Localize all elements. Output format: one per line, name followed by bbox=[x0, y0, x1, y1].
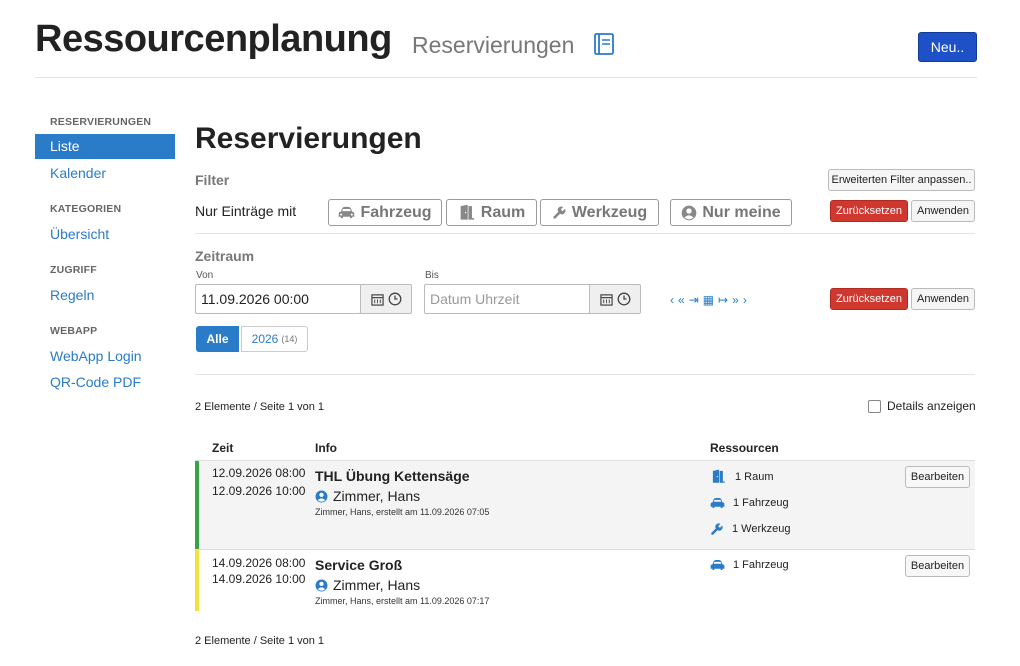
sidebar-item-kalender[interactable]: Kalender bbox=[50, 165, 106, 181]
jump-end-icon[interactable]: ↦ bbox=[718, 293, 728, 307]
row-end-time: 12.09.2026 10:00 bbox=[212, 484, 306, 498]
app-subtitle: Reservierungen bbox=[412, 32, 575, 58]
row-start-time: 14.09.2026 08:00 bbox=[212, 556, 306, 570]
sidebar-item-uebersicht[interactable]: Übersicht bbox=[50, 226, 109, 242]
period-divider bbox=[195, 374, 975, 375]
clock-icon bbox=[617, 292, 630, 306]
wrench-icon bbox=[553, 206, 566, 219]
door-icon bbox=[712, 469, 725, 483]
user-circle-icon bbox=[682, 205, 697, 220]
resource-tool-label: 1 Werkzeug bbox=[732, 523, 791, 535]
filter-label: Filter bbox=[195, 172, 230, 188]
clock-icon bbox=[388, 292, 401, 306]
next-icon[interactable]: › bbox=[743, 293, 747, 307]
filter-room-button[interactable]: Raum bbox=[446, 199, 537, 226]
period-reset-button[interactable]: Zurücksetzen bbox=[830, 288, 908, 310]
column-header-info: Info bbox=[315, 441, 337, 455]
calendar-icon bbox=[599, 293, 613, 306]
row-status-bar bbox=[195, 550, 199, 611]
resource-tool: 1 Werkzeug bbox=[710, 522, 791, 536]
details-checkbox[interactable] bbox=[868, 400, 881, 413]
user-circle-icon bbox=[315, 579, 328, 591]
filter-reset-button[interactable]: Zurücksetzen bbox=[830, 200, 908, 222]
filter-only-label: Nur Einträge mit bbox=[195, 203, 297, 219]
year-filter-2026-label: 2026 bbox=[251, 332, 279, 346]
filter-mine-button[interactable]: Nur meine bbox=[670, 199, 792, 226]
edit-button[interactable]: Bearbeiten bbox=[905, 555, 970, 577]
period-label: Zeitraum bbox=[195, 248, 255, 264]
filter-room-label: Raum bbox=[480, 203, 526, 221]
prev-icon[interactable]: ‹ bbox=[670, 293, 674, 307]
car-icon bbox=[339, 206, 355, 219]
fast-prev-icon[interactable]: « bbox=[678, 293, 685, 307]
wrench-icon bbox=[711, 523, 723, 535]
filter-divider bbox=[195, 233, 975, 234]
resource-vehicle: 1 Fahrzeug bbox=[710, 497, 789, 509]
calendar-icon bbox=[370, 293, 384, 306]
jump-start-icon[interactable]: ⇥ bbox=[689, 293, 699, 307]
year-filter-all[interactable]: Alle bbox=[196, 326, 239, 352]
sidebar-item-webapp-login[interactable]: WebApp Login bbox=[50, 348, 142, 364]
filter-tool-label: Werkzeug bbox=[571, 203, 648, 221]
details-label[interactable]: Details anzeigen bbox=[887, 399, 976, 413]
header-divider bbox=[35, 77, 977, 78]
row-person: Zimmer, Hans bbox=[315, 577, 420, 593]
row-status-bar bbox=[195, 461, 199, 549]
list-count: 2 Elemente / Seite 1 von 1 bbox=[195, 401, 325, 413]
resource-vehicle-label: 1 Fahrzeug bbox=[733, 497, 789, 509]
column-header-resources: Ressourcen bbox=[710, 441, 779, 455]
to-label: Bis bbox=[425, 270, 439, 281]
from-label: Von bbox=[196, 270, 214, 281]
row-person: Zimmer, Hans bbox=[315, 488, 420, 504]
sidebar-heading-webapp: WEBAPP bbox=[50, 325, 98, 337]
app-title: Ressourcenplanung bbox=[35, 18, 392, 60]
row-title: Service Groß bbox=[315, 557, 403, 573]
to-picker-addon[interactable] bbox=[589, 284, 641, 314]
sidebar-item-liste[interactable]: Liste bbox=[35, 134, 175, 159]
resource-room-label: 1 Raum bbox=[735, 470, 774, 483]
page-title: Reservierungen bbox=[195, 122, 422, 155]
filter-vehicle-button[interactable]: Fahrzeug bbox=[328, 199, 442, 226]
edit-button[interactable]: Bearbeiten bbox=[905, 466, 970, 488]
column-header-time: Zeit bbox=[212, 441, 234, 455]
period-navigation: ‹ « ⇥ ▦ ↦ » › bbox=[670, 293, 747, 307]
new-button[interactable]: Neu.. bbox=[918, 32, 977, 62]
from-picker-addon[interactable] bbox=[360, 284, 412, 314]
row-person-name: Zimmer, Hans bbox=[333, 488, 421, 504]
sidebar-item-qr-code-pdf[interactable]: QR-Code PDF bbox=[50, 374, 141, 390]
year-filter-2026-count: (14) bbox=[281, 334, 298, 344]
sidebar-heading-kategorien: KATEGORIEN bbox=[50, 203, 122, 215]
row-end-time: 14.09.2026 10:00 bbox=[212, 572, 306, 586]
sidebar-item-regeln[interactable]: Regeln bbox=[50, 287, 94, 303]
to-date-input[interactable]: Datum Uhrzeit bbox=[424, 284, 590, 314]
row-start-time: 12.09.2026 08:00 bbox=[212, 466, 306, 480]
resource-vehicle-label: 1 Fahrzeug bbox=[733, 559, 789, 571]
filter-apply-button[interactable]: Anwenden bbox=[911, 200, 975, 222]
resource-vehicle: 1 Fahrzeug bbox=[710, 559, 789, 571]
period-apply-button[interactable]: Anwenden bbox=[911, 288, 975, 310]
filter-tool-button[interactable]: Werkzeug bbox=[540, 199, 659, 226]
table-row bbox=[195, 549, 975, 611]
row-meta: Zimmer, Hans, erstellt am 11.09.2026 07:… bbox=[315, 596, 490, 606]
row-title: THL Übung Kettensäge bbox=[315, 468, 470, 484]
from-date-input[interactable]: 11.09.2026 00:00 bbox=[195, 284, 361, 314]
today-calendar-icon[interactable]: ▦ bbox=[703, 293, 714, 307]
advanced-filter-button[interactable]: Erweiterten Filter anpassen.. bbox=[828, 169, 975, 191]
car-icon bbox=[710, 498, 725, 508]
sidebar-heading-zugriff: ZUGRIFF bbox=[50, 264, 97, 276]
door-icon bbox=[460, 204, 474, 220]
year-filter-2026[interactable]: 2026 (14) bbox=[241, 326, 308, 352]
row-person-name: Zimmer, Hans bbox=[333, 577, 421, 593]
table-row bbox=[195, 460, 975, 549]
book-icon[interactable] bbox=[592, 32, 616, 56]
fast-next-icon[interactable]: » bbox=[732, 293, 739, 307]
user-circle-icon bbox=[315, 490, 328, 502]
filter-vehicle-label: Fahrzeug bbox=[360, 203, 432, 221]
filter-mine-label: Nur meine bbox=[702, 203, 781, 221]
sidebar-heading-reservierungen: RESERVIERUNGEN bbox=[50, 116, 152, 128]
resource-room: 1 Raum bbox=[710, 469, 774, 484]
car-icon bbox=[710, 560, 725, 570]
list-footer-count: 2 Elemente / Seite 1 von 1 bbox=[195, 635, 325, 647]
row-meta: Zimmer, Hans, erstellt am 11.09.2026 07:… bbox=[315, 507, 490, 517]
